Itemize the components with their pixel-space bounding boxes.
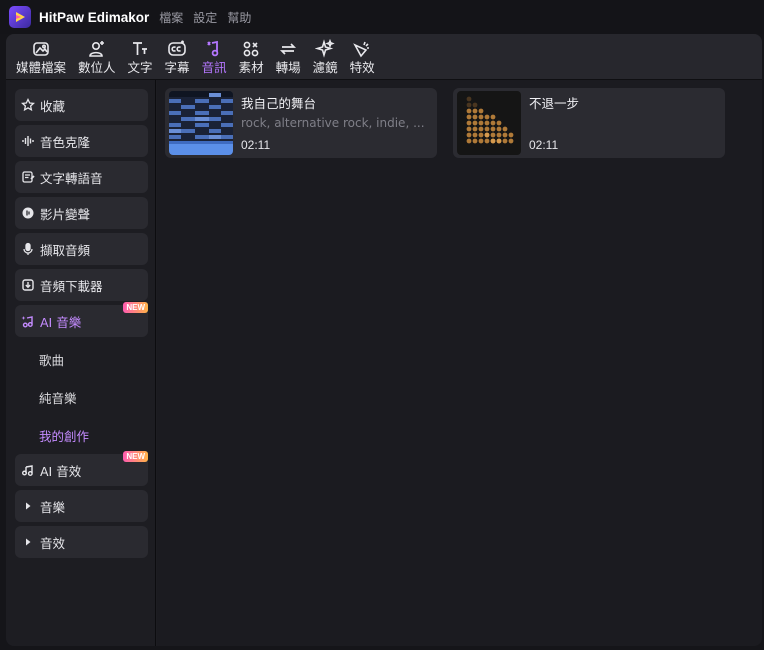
tab-assets-label: 素材 [238, 60, 264, 75]
download-icon [20, 277, 36, 293]
track-duration: 02:11 [241, 138, 271, 152]
sidebar-item-sound-effects[interactable]: 音效 [15, 526, 148, 558]
sidebar-item-label: 音效 [40, 535, 66, 551]
sidebar-item-label: 音頻下載器 [40, 278, 103, 294]
sidebar-item-label: 文字轉語音 [40, 170, 103, 186]
sidebar-item-label: 收藏 [40, 98, 66, 114]
avatar-add-icon [86, 38, 108, 60]
star-icon [20, 97, 36, 113]
audio-sidebar: 收藏 音色克隆 文字轉語音 影片變聲 擷取音頻 音頻下載器 AI 音樂 NEW … [6, 80, 156, 646]
sidebar-item-voice-changer[interactable]: 影片變聲 [15, 197, 148, 229]
voice-changer-icon [20, 205, 36, 221]
sidebar-item-extract-audio[interactable]: 擷取音頻 [15, 233, 148, 265]
effects-icon [351, 38, 373, 60]
subtitle-icon [166, 38, 188, 60]
sidebar-item-label: AI 音樂 [40, 314, 82, 330]
sidebar-item-label: 擷取音頻 [40, 242, 91, 258]
tab-subtitle-label: 字幕 [164, 60, 190, 75]
sidebar-item-label: 音色克隆 [40, 134, 91, 150]
assets-icon [240, 38, 262, 60]
app-logo-icon [9, 6, 31, 28]
filter-icon [314, 38, 336, 60]
sidebar-item-favorites[interactable]: 收藏 [15, 89, 148, 121]
track-duration: 02:11 [529, 138, 559, 152]
tab-filter[interactable]: 濾鏡 [307, 34, 344, 79]
ai-music-icon [20, 313, 36, 329]
app-title: HitPaw Edimakor [39, 9, 150, 25]
ai-sfx-icon [20, 462, 36, 478]
tab-media-label: 媒體檔案 [16, 60, 67, 75]
sidebar-item-audio-downloader[interactable]: 音頻下載器 [15, 269, 148, 301]
new-badge: NEW [123, 302, 148, 313]
tab-filter-label: 濾鏡 [312, 60, 338, 75]
sidebar-item-label: 影片變聲 [40, 206, 91, 222]
tab-audio-label: 音訊 [201, 60, 227, 75]
track-card[interactable]: 我自己的舞台 rock, alternative rock, indie, ..… [165, 88, 437, 158]
track-cover-art [169, 91, 233, 155]
track-cover-art [457, 91, 521, 155]
menu-file[interactable]: 檔案 [159, 9, 183, 26]
audio-library-panel: 我自己的舞台 rock, alternative rock, indie, ..… [157, 80, 762, 646]
tab-assets[interactable]: 素材 [233, 34, 270, 79]
sidebar-subitem-instrumental[interactable]: 純音樂 [39, 388, 77, 407]
tab-audio[interactable]: 音訊 [196, 34, 233, 79]
sidebar-subitem-songs[interactable]: 歌曲 [39, 350, 64, 369]
sidebar-item-voice-clone[interactable]: 音色克隆 [15, 125, 148, 157]
track-tags: rock, alternative rock, indie, ... [241, 116, 425, 130]
sidebar-item-music[interactable]: 音樂 [15, 490, 148, 522]
title-bar: HitPaw Edimakor 檔案 設定 幫助 [0, 0, 764, 34]
track-title: 不退一步 [529, 96, 580, 111]
audio-icon [203, 38, 225, 60]
tab-text-label: 文字 [127, 60, 153, 75]
sidebar-item-label: AI 音效 [40, 463, 82, 479]
media-icon [30, 38, 52, 60]
microphone-icon [20, 241, 36, 257]
tab-transition[interactable]: 轉場 [270, 34, 307, 79]
menu-help[interactable]: 幫助 [227, 9, 251, 26]
tab-avatar[interactable]: 數位人 [72, 34, 122, 79]
track-title: 我自己的舞台 [241, 96, 317, 111]
tab-media[interactable]: 媒體檔案 [10, 34, 72, 79]
caret-right-icon [20, 498, 36, 514]
menu-settings[interactable]: 設定 [193, 9, 217, 26]
sidebar-item-label: 音樂 [40, 499, 66, 515]
tab-effects-label: 特效 [349, 60, 375, 75]
sidebar-subitem-my-creations[interactable]: 我的創作 [39, 426, 89, 445]
text-icon [129, 38, 151, 60]
tab-text[interactable]: 文字 [122, 34, 159, 79]
tab-effects[interactable]: 特效 [344, 34, 381, 79]
text-to-speech-icon [20, 169, 36, 185]
tab-avatar-label: 數位人 [78, 60, 116, 75]
caret-right-icon [20, 534, 36, 550]
waveform-icon [20, 133, 36, 149]
tab-subtitle[interactable]: 字幕 [159, 34, 196, 79]
transition-icon [277, 38, 299, 60]
sidebar-item-ai-sfx[interactable]: AI 音效 NEW [15, 451, 148, 486]
sidebar-item-text-to-speech[interactable]: 文字轉語音 [15, 161, 148, 193]
track-card[interactable]: 不退一步 02:11 [453, 88, 725, 158]
main-toolbar: 媒體檔案 數位人 文字 字幕 音訊 素材 轉場 濾鏡 特效 [6, 34, 762, 80]
new-badge: NEW [123, 451, 148, 462]
sidebar-item-ai-music[interactable]: AI 音樂 NEW [15, 302, 148, 337]
tab-transition-label: 轉場 [275, 60, 301, 75]
main-window: 媒體檔案 數位人 文字 字幕 音訊 素材 轉場 濾鏡 特效 收藏 音色克隆 文字… [6, 34, 762, 646]
